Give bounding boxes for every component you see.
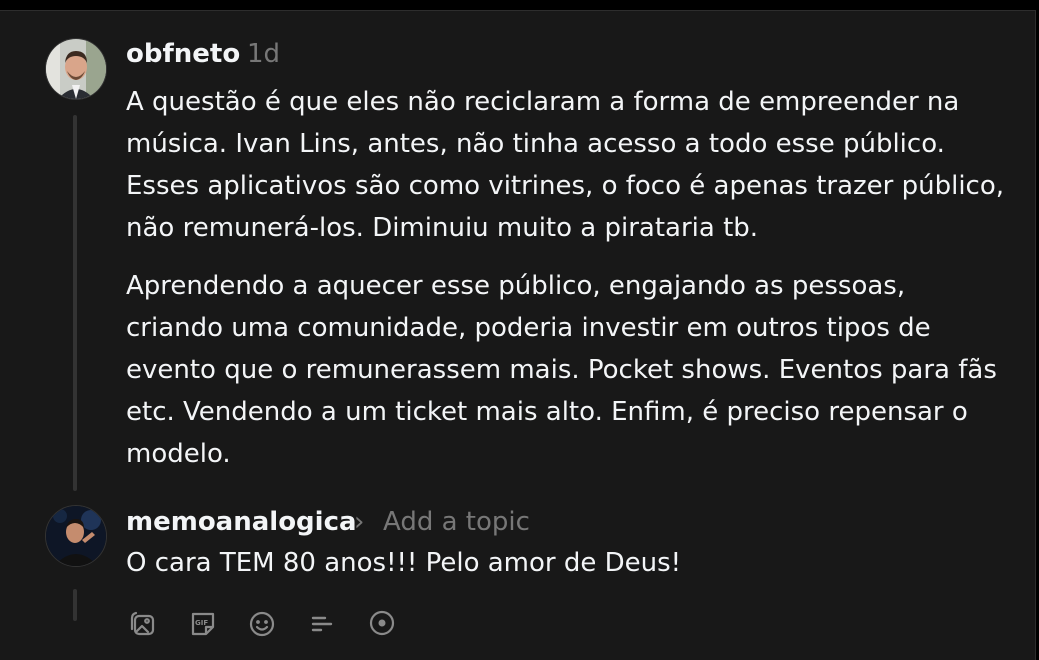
reply-text[interactable]: O cara TEM 80 anos!!! Pelo amor de Deus! [126, 542, 1006, 584]
svg-text:GIF: GIF [195, 619, 208, 627]
add-topic-input[interactable]: Add a topic [383, 507, 530, 537]
post-paragraph-1: A questão é que eles não reciclaram a fo… [126, 87, 1005, 243]
poll-icon[interactable] [306, 608, 338, 640]
post-timestamp[interactable]: 1d [247, 39, 280, 69]
post-paragraph-2: Aprendendo a aquecer esse público, engaj… [126, 271, 997, 469]
avatar-obfneto[interactable] [45, 38, 107, 100]
avatar-memoanalogica[interactable] [45, 505, 107, 567]
image-icon[interactable] [127, 608, 159, 640]
thread-line-reply [73, 589, 77, 621]
thread-card: obfneto 1d A questão é que eles não reci… [0, 10, 1036, 660]
gif-icon[interactable]: GIF [187, 608, 219, 640]
topic-chevron: › [354, 507, 365, 537]
post-username[interactable]: obfneto [126, 39, 240, 69]
avatar-photo [46, 506, 106, 566]
location-icon[interactable] [366, 608, 398, 640]
avatar-photo [46, 39, 106, 99]
reply-username[interactable]: memoanalogica [126, 507, 357, 537]
thread-line-post [73, 115, 77, 491]
emoji-icon[interactable] [246, 608, 278, 640]
